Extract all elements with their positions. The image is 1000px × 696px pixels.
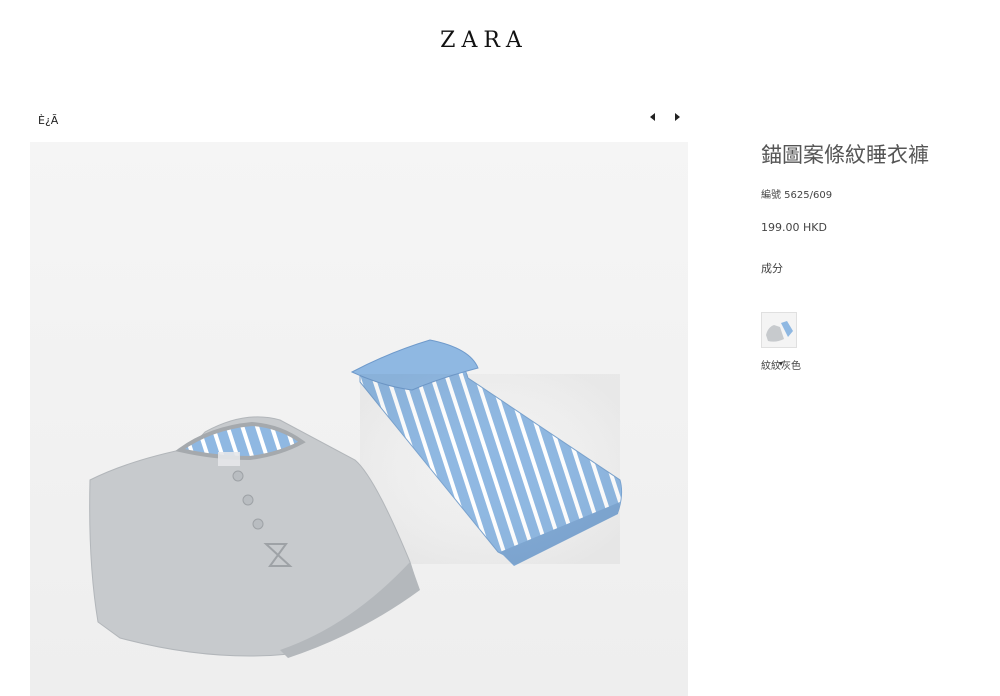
color-swatch[interactable] xyxy=(761,312,797,348)
composition-link[interactable]: 成分 xyxy=(761,260,991,276)
caret-left-icon[interactable] xyxy=(647,111,659,123)
breadcrumb[interactable]: È¿Ã xyxy=(38,114,58,127)
swatch-thumbnail xyxy=(762,313,796,347)
color-name: 紋紋灰色 xyxy=(761,361,801,372)
caret-right-icon[interactable] xyxy=(671,111,683,123)
zara-logo[interactable]: ZARA xyxy=(0,28,968,53)
product-image[interactable] xyxy=(30,142,688,696)
product-reference: 編號 5625/609 xyxy=(761,190,833,201)
product-title: 錨圖案條紋睡衣褲 xyxy=(761,143,929,167)
product-info: 錨圖案條紋睡衣褲 編號 5625/609 199.00 HKD 成分 紋紋灰色 xyxy=(761,140,991,372)
gallery-nav xyxy=(647,111,683,123)
selected-indicator-icon xyxy=(779,351,783,366)
product-price: 199.00 HKD xyxy=(761,221,827,234)
pajama-illustration xyxy=(89,339,623,658)
color-selector: 紋紋灰色 xyxy=(761,312,821,372)
